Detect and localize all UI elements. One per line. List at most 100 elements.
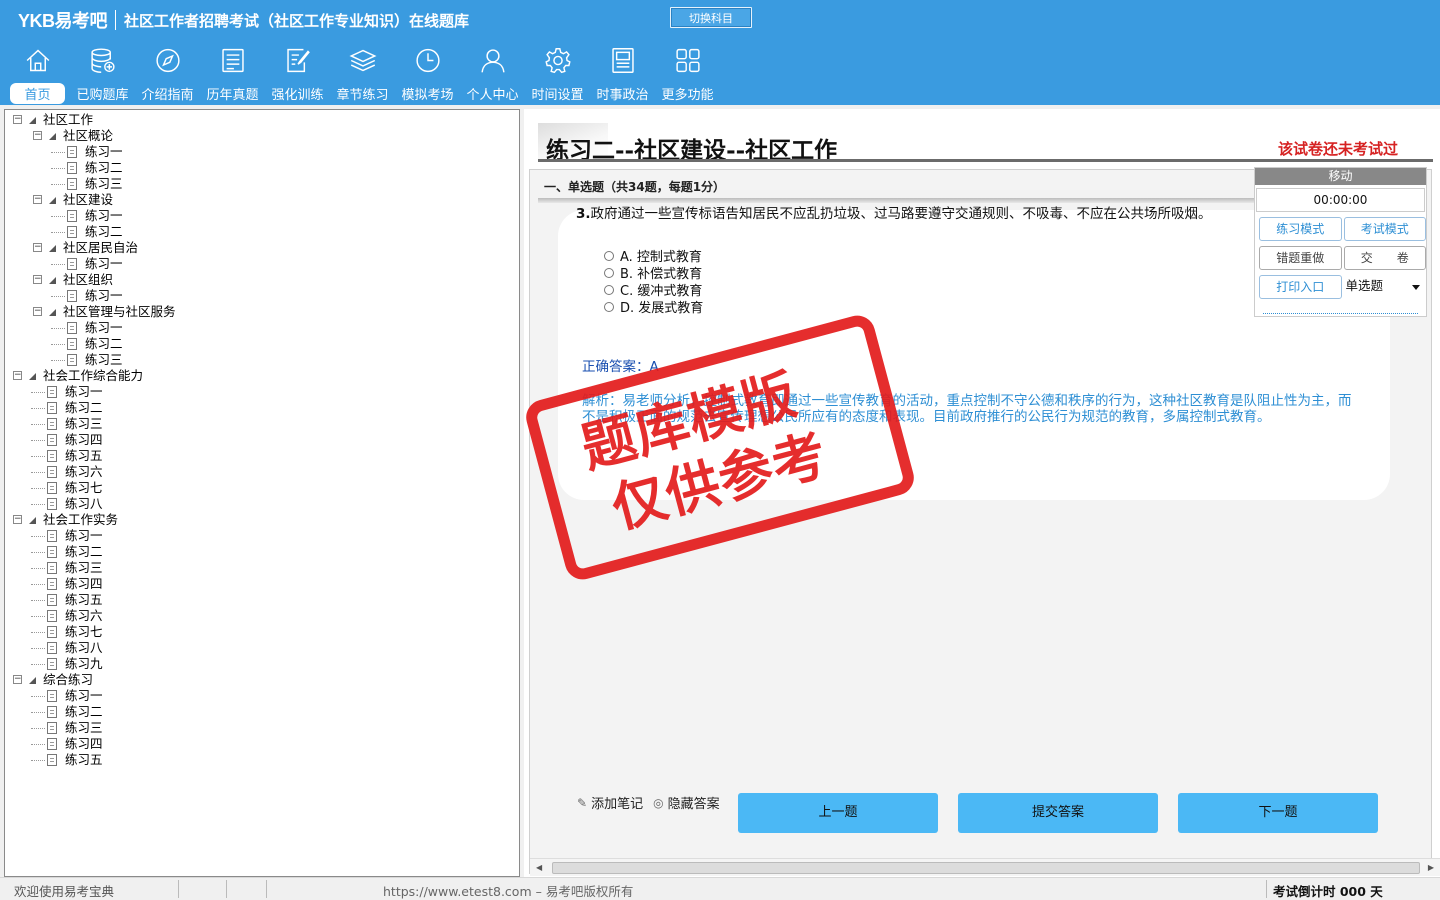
tree-node[interactable]: − 社区居民自治 [5,240,505,256]
radio-button[interactable] [604,267,614,278]
tree-leaf[interactable]: 练习一 [5,288,505,304]
nav-mock-exam[interactable]: 模拟考场 [395,46,460,104]
tree-leaf[interactable]: 练习九 [5,656,505,672]
tree-leaf[interactable]: 练习三 [5,416,505,432]
nav-guide[interactable]: 介绍指南 [135,46,200,104]
tree-leaf[interactable]: 练习七 [5,480,505,496]
redo-wrong-button[interactable]: 错题重做 [1259,246,1342,270]
scrollbar-thumb[interactable] [552,862,1420,874]
hide-answer-button[interactable]: ◎ 隐藏答案 [653,793,720,813]
nav-profile[interactable]: 个人中心 [460,46,525,104]
answer-analysis: 解析：易老师分析，控制式教育即通过一些宣传教育的活动，重点控制不守公德和秩序的行… [582,393,1352,425]
tree-leaf[interactable]: 练习二 [5,224,505,240]
tree-leaf[interactable]: 练习四 [5,432,505,448]
tree-leaf[interactable]: 练习一 [5,320,505,336]
move-handle[interactable]: 移动 [1255,168,1426,185]
expanded-arrow-icon [49,309,56,316]
nav-current-affairs[interactable]: 时事政治 [590,46,655,104]
print-entry-button[interactable]: 打印入口 [1259,275,1342,299]
tree-leaf[interactable]: 练习一 [5,144,505,160]
tree-leaf[interactable]: 练习一 [5,256,505,272]
tree-label: 练习一 [85,256,123,271]
nav-intensive[interactable]: 强化训练 [265,46,330,104]
collapse-toggle-icon[interactable]: − [33,131,42,140]
tree-label: 练习二 [65,400,103,415]
eye-off-icon: ◎ [653,795,664,810]
tree-node[interactable]: − 社区建设 [5,192,505,208]
nav-home[interactable]: 首页 [5,46,70,104]
tree-leaf[interactable]: 练习七 [5,624,505,640]
tree-node[interactable]: − 社会工作实务 [5,512,505,528]
tree-leaf[interactable]: 练习四 [5,736,505,752]
option-d[interactable]: D. 发展式教育 [604,297,703,316]
prev-question-button[interactable]: 上一题 [738,793,938,833]
tree-leaf[interactable]: 练习二 [5,336,505,352]
collapse-toggle-icon[interactable]: − [33,307,42,316]
layers-icon [348,49,377,72]
tree-leaf[interactable]: 练习三 [5,720,505,736]
tree-leaf[interactable]: 练习六 [5,608,505,624]
collapse-toggle-icon[interactable]: − [13,371,22,380]
tree-node[interactable]: − 社区管理与社区服务 [5,304,505,320]
nav-time-settings[interactable]: 时间设置 [525,46,590,104]
tree-connector [31,504,45,505]
nav-past-papers[interactable]: 历年真题 [200,46,265,104]
scroll-right-icon[interactable]: ▶ [1428,863,1434,872]
submit-answer-button[interactable]: 提交答案 [958,793,1158,833]
tree-connector [51,344,65,345]
switch-subject-button[interactable]: 切换科目 [670,7,752,28]
tree-leaf[interactable]: 练习五 [5,752,505,768]
scroll-left-icon[interactable]: ◀ [536,863,542,872]
nav-more[interactable]: 更多功能 [655,46,720,104]
tree-leaf[interactable]: 练习一 [5,208,505,224]
tree-leaf[interactable]: 练习八 [5,496,505,512]
tree-leaf[interactable]: 练习一 [5,528,505,544]
tree-leaf[interactable]: 练习八 [5,640,505,656]
practice-mode-button[interactable]: 练习模式 [1259,217,1342,241]
tree-leaf[interactable]: 练习三 [5,560,505,576]
tree-leaf[interactable]: 练习六 [5,464,505,480]
nav-label: 时间设置 [531,88,584,103]
tree-leaf[interactable]: 练习二 [5,544,505,560]
tree-node[interactable]: − 社区工作 [5,112,505,128]
radio-button[interactable] [604,250,614,261]
submit-paper-button[interactable]: 交 卷 [1343,246,1426,270]
tree-leaf[interactable]: 练习二 [5,160,505,176]
tree-leaf[interactable]: 练习五 [5,448,505,464]
nav-purchased[interactable]: 已购题库 [70,46,135,104]
tree-leaf[interactable]: 练习四 [5,576,505,592]
tree-label: 练习六 [65,608,103,623]
collapse-toggle-icon[interactable]: − [13,675,22,684]
exam-mode-button[interactable]: 考试模式 [1343,217,1426,241]
tree-node[interactable]: − 社区组织 [5,272,505,288]
tree-node[interactable]: − 社区概论 [5,128,505,144]
horizontal-scrollbar[interactable]: ◀ ▶ [530,858,1440,876]
document-icon [47,482,57,494]
document-icon [47,610,57,622]
nav-chapters[interactable]: 章节练习 [330,46,395,104]
question-type-select[interactable]: 单选题 [1344,275,1427,299]
radio-button[interactable] [604,301,614,312]
collapse-toggle-icon[interactable]: − [13,515,22,524]
tree-leaf[interactable]: 练习一 [5,688,505,704]
nav-label: 介绍指南 [141,88,194,103]
tree-leaf[interactable]: 练习一 [5,384,505,400]
document-icon [67,226,77,238]
tree-connector [51,328,65,329]
next-question-button[interactable]: 下一题 [1178,793,1378,833]
add-note-button[interactable]: ✎ 添加笔记 [577,793,643,813]
radio-button[interactable] [604,284,614,295]
tree-leaf[interactable]: 练习二 [5,704,505,720]
tree-leaf[interactable]: 练习二 [5,400,505,416]
collapse-toggle-icon[interactable]: − [13,115,22,124]
tree-leaf[interactable]: 练习五 [5,592,505,608]
collapse-toggle-icon[interactable]: − [33,195,42,204]
tree-leaf[interactable]: 练习三 [5,352,505,368]
collapse-toggle-icon[interactable]: − [33,243,42,252]
collapse-toggle-icon[interactable]: − [33,275,42,284]
tree-label: 练习一 [85,144,123,159]
tree-node[interactable]: − 综合练习 [5,672,505,688]
tree-node[interactable]: − 社会工作综合能力 [5,368,505,384]
tree-leaf[interactable]: 练习三 [5,176,505,192]
control-row: 打印入口 单选题 [1259,275,1426,299]
